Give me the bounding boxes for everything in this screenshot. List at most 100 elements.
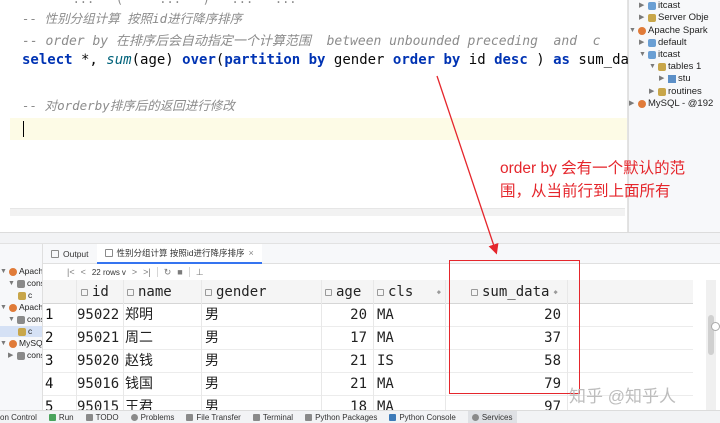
cell-name[interactable]: 周二 — [125, 327, 201, 350]
chevron-right-icon[interactable]: ▶ — [649, 86, 656, 98]
toolwindow-todo[interactable]: TODO — [85, 412, 119, 422]
row-number: 5 — [45, 399, 54, 410]
cell-gender[interactable]: 男 — [205, 373, 321, 396]
chevron-right-icon[interactable]: ▶ — [659, 73, 666, 85]
column-label: age — [336, 284, 362, 300]
editor-horizontal-scrollbar[interactable] — [10, 208, 625, 216]
first-page-button[interactable]: |< — [67, 267, 75, 277]
services-item[interactable]: ▶ cons — [8, 350, 42, 361]
toolwindow-version-control[interactable]: on Control — [0, 413, 37, 422]
settings-circle-icon[interactable] — [711, 322, 720, 331]
chevron-right-icon[interactable]: ▶ — [639, 0, 646, 12]
stop-icon[interactable]: ■ — [177, 267, 182, 277]
cell-name[interactable]: 郑明 — [125, 304, 201, 327]
chevron-down-icon[interactable]: ▼ — [0, 302, 7, 313]
db-tree-item[interactable]: ▶ MySQL - @192 — [629, 98, 713, 110]
toolwindow-services[interactable]: Services — [467, 411, 517, 423]
sort-icon[interactable]: ◆ — [437, 288, 441, 296]
cell-name[interactable]: 王君 — [125, 396, 201, 410]
services-item-selected[interactable]: c — [0, 326, 42, 337]
column-header-cls[interactable]: cls ◆ — [373, 280, 445, 304]
cell-cls[interactable]: IS — [377, 350, 445, 373]
services-item[interactable]: ▼ Apache — [0, 266, 42, 277]
toolwindow-file-transfer[interactable]: File Transfer — [186, 413, 241, 422]
chevron-down-icon[interactable]: ▼ — [0, 266, 7, 277]
next-page-button[interactable]: > — [132, 267, 137, 277]
panel-divider[interactable] — [0, 232, 720, 244]
db-tree-item[interactable]: ▶ itcast — [639, 0, 680, 12]
cell-sum-data[interactable]: 97 — [445, 396, 567, 410]
chevron-right-icon[interactable]: ▶ — [639, 12, 646, 24]
grid-vertical-scrollbar[interactable] — [706, 280, 716, 410]
column-header-age[interactable]: age — [321, 280, 373, 304]
chevron-down-icon[interactable]: ▼ — [8, 278, 15, 289]
grid-header: id name gender age cls ◆ sum_data ◆ — [43, 280, 693, 304]
column-header-id[interactable]: id — [77, 280, 123, 304]
close-icon[interactable]: × — [249, 248, 254, 258]
cell-gender[interactable]: 男 — [205, 396, 321, 410]
cell-cls[interactable]: MA — [377, 327, 445, 350]
pin-icon[interactable]: ⊥ — [196, 267, 204, 278]
cell-gender[interactable]: 男 — [205, 304, 321, 327]
toolwindow-python-console[interactable]: Python Console — [389, 413, 456, 422]
chevron-right-icon[interactable]: ▶ — [8, 350, 15, 361]
cell-age[interactable]: 18 — [321, 396, 373, 410]
db-tree-item[interactable]: ▼ tables 1 — [649, 61, 701, 73]
cell-name[interactable]: 赵钱 — [125, 350, 201, 373]
scrollbar-thumb[interactable] — [708, 315, 714, 355]
cell-id[interactable]: 95015 — [77, 396, 123, 410]
cell-gender[interactable]: 男 — [205, 350, 321, 373]
services-item[interactable]: ▼ MySQL — [0, 338, 42, 349]
toolwindow-problems[interactable]: Problems — [130, 413, 174, 422]
chevron-right-icon[interactable]: ▶ — [639, 37, 646, 49]
db-tree-item[interactable]: ▶ Server Obje — [639, 12, 709, 24]
db-tree-item[interactable]: ▼ itcast — [639, 49, 680, 61]
db-tree-item[interactable]: ▶ stu — [659, 73, 691, 85]
tab-output[interactable]: Output — [43, 244, 97, 264]
cell-age[interactable]: 17 — [321, 327, 373, 350]
chevron-down-icon[interactable]: ▼ — [629, 25, 636, 37]
cell-id[interactable]: 95020 — [77, 350, 123, 373]
tab-result[interactable]: 性别分组计算 按照id进行降序排序 × — [96, 243, 262, 264]
toolwindow-terminal[interactable]: Terminal — [252, 413, 293, 422]
table-row[interactable]: 2 95021 周二 男 17 MA 37 — [43, 327, 693, 350]
cell-name[interactable]: 钱国 — [125, 373, 201, 396]
last-page-button[interactable]: >| — [143, 267, 151, 277]
services-item[interactable]: ▼ cons — [8, 314, 42, 325]
table-row[interactable]: 1 95022 郑明 男 20 MA 20 — [43, 304, 693, 327]
chevron-down-icon[interactable]: ▼ — [639, 49, 646, 61]
toolwindow-label: TODO — [95, 412, 119, 422]
cell-age[interactable]: 21 — [321, 373, 373, 396]
chevron-right-icon[interactable]: ▶ — [629, 98, 636, 110]
cell-cls[interactable]: MA — [377, 373, 445, 396]
toolwindow-run[interactable]: Run — [48, 413, 74, 422]
cell-cls[interactable]: MA — [377, 304, 445, 327]
cell-age[interactable]: 21 — [321, 350, 373, 373]
column-divider — [123, 280, 124, 410]
annotation-note: order by 会有一个默认的范 围，从当前行到上面所有 — [500, 157, 720, 203]
chevron-down-icon[interactable]: ▼ — [649, 61, 656, 73]
services-item[interactable]: ▼ Apache — [0, 302, 42, 313]
cell-id[interactable]: 95016 — [77, 373, 123, 396]
cell-cls[interactable]: MA — [377, 396, 445, 410]
chevron-down-icon[interactable]: ▼ — [0, 338, 7, 349]
cell-id[interactable]: 95021 — [77, 327, 123, 350]
column-header-name[interactable]: name — [123, 280, 201, 304]
cell-age[interactable]: 20 — [321, 304, 373, 327]
db-tree-item[interactable]: ▶ routines — [649, 86, 702, 98]
services-item[interactable]: ▼ cons — [8, 278, 42, 289]
chevron-down-icon[interactable]: ▼ — [8, 314, 15, 325]
sql-part: id — [460, 52, 495, 68]
rows-count-dropdown[interactable]: 22 rows v — [92, 268, 126, 277]
db-tree-label: itcast — [658, 49, 681, 60]
table-row[interactable]: 3 95020 赵钱 男 21 IS 58 — [43, 350, 693, 373]
cell-id[interactable]: 95022 — [77, 304, 123, 327]
cell-gender[interactable]: 男 — [205, 327, 321, 350]
toolwindow-python-packages[interactable]: Python Packages — [305, 413, 377, 422]
services-item[interactable]: c — [18, 290, 32, 301]
refresh-icon[interactable]: ↻ — [164, 267, 172, 278]
prev-page-button[interactable]: < — [81, 267, 86, 277]
column-header-gender[interactable]: gender — [201, 280, 321, 304]
db-tree-item[interactable]: ▼ Apache Spark — [629, 25, 708, 37]
db-tree-item[interactable]: ▶ default — [639, 37, 687, 49]
